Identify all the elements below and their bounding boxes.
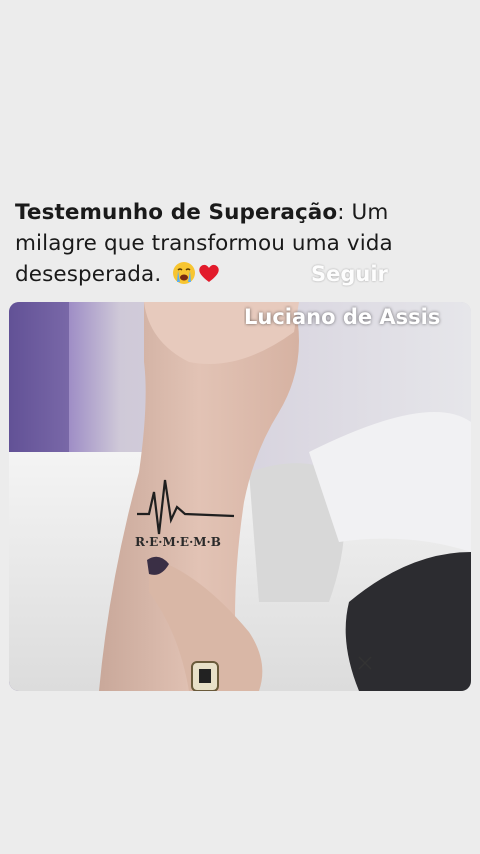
follow-button[interactable]: Seguir: [311, 262, 388, 286]
video-player[interactable]: R·E·M·E·M·B: [9, 302, 471, 691]
crying-face-icon: [173, 262, 196, 284]
video-frame: R·E·M·E·M·B: [9, 302, 471, 691]
red-heart-icon: [199, 264, 219, 282]
author-name[interactable]: Luciano de Assis: [244, 305, 459, 329]
reel-screen: Testemunho de Superação: Um milagre que …: [0, 0, 480, 854]
tattoo-text: R·E·M·E·M·B: [135, 535, 221, 549]
post-caption: Testemunho de Superação: Um milagre que …: [15, 197, 470, 290]
caption-title-bold: Testemunho de Superação: [15, 200, 338, 225]
